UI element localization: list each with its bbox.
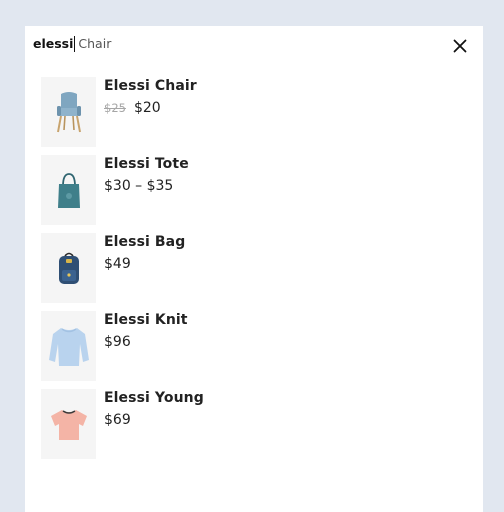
t-shirt-icon	[50, 410, 87, 440]
product-thumbnail[interactable]	[41, 233, 96, 303]
close-icon	[453, 39, 467, 53]
product-name[interactable]: Elessi Tote	[104, 155, 189, 173]
product-name[interactable]: Elessi Chair	[104, 77, 197, 95]
old-price: $25	[104, 101, 126, 115]
chair-icon	[56, 92, 81, 133]
product-name[interactable]: Elessi Knit	[104, 311, 188, 329]
product-price: $30 – $35	[104, 178, 174, 194]
price-row: $69	[104, 411, 131, 429]
list-item[interactable]: Elessi Bag $49	[41, 233, 461, 303]
knit-sweater-icon	[48, 328, 89, 366]
search-suggestion: Chair	[78, 36, 112, 51]
search-input[interactable]: elessi Chair	[33, 35, 111, 53]
product-price: $20	[133, 100, 161, 116]
price-row: $49	[104, 255, 131, 273]
search-panel: elessi Chair Elessi Chair $25 $20 Elessi…	[25, 26, 483, 512]
search-query[interactable]: elessi	[33, 35, 73, 53]
search-results-list: Elessi Chair $25 $20 Elessi Tote $30 – $…	[41, 77, 461, 467]
tote-bag-icon	[57, 173, 80, 208]
price-row: $25 $20	[104, 99, 161, 117]
product-price: $96	[104, 334, 131, 350]
list-item[interactable]: Elessi Knit $96	[41, 311, 461, 381]
price-row: $30 – $35	[104, 177, 173, 195]
list-item[interactable]: Elessi Chair $25 $20	[41, 77, 461, 147]
product-price: $49	[104, 256, 131, 272]
product-thumbnail[interactable]	[41, 155, 96, 225]
product-thumbnail[interactable]	[41, 77, 96, 147]
price-row: $96	[104, 333, 131, 351]
product-thumbnail[interactable]	[41, 311, 96, 381]
backpack-icon	[58, 252, 79, 284]
list-item[interactable]: Elessi Young $69	[41, 389, 461, 459]
close-button[interactable]	[451, 37, 469, 55]
product-name[interactable]: Elessi Bag	[104, 233, 185, 251]
text-caret	[74, 36, 76, 52]
product-name[interactable]: Elessi Young	[104, 389, 204, 407]
product-thumbnail[interactable]	[41, 389, 96, 459]
list-item[interactable]: Elessi Tote $30 – $35	[41, 155, 461, 225]
product-price: $69	[104, 412, 131, 428]
